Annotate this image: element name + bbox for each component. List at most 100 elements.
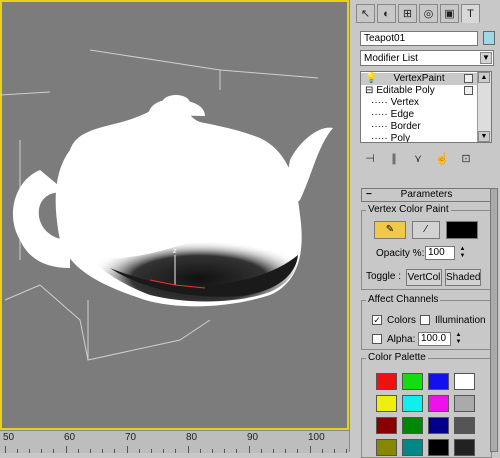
display-icon[interactable]: ▣ — [440, 4, 459, 23]
paint-brush-button[interactable]: ✎ — [374, 221, 406, 239]
palette-swatch[interactable] — [376, 373, 397, 390]
stack-scrollbar[interactable]: ▲ ▼ — [477, 72, 491, 142]
pick-color-button[interactable]: ⁄ — [412, 221, 440, 239]
eyedropper-icon: ⁄ — [425, 224, 427, 235]
stack-item[interactable]: ⊟ Editable Poly — [361, 85, 479, 97]
colors-label: Colors — [387, 315, 416, 326]
tree-line-icon: ····· — [371, 97, 388, 108]
illumination-checkbox[interactable] — [420, 315, 430, 325]
paint-color-swatch[interactable] — [446, 221, 478, 239]
brush-icon: ✎ — [385, 224, 395, 235]
shaded-button[interactable]: Shaded — [445, 269, 481, 286]
viewport-canvas[interactable]: z — [0, 0, 349, 430]
palette-swatch[interactable] — [454, 439, 475, 456]
timeline-tick — [273, 449, 274, 453]
remove-modifier-icon[interactable]: ☝ — [434, 150, 450, 166]
timeline-tick — [29, 449, 30, 453]
timeline-tick — [346, 449, 347, 453]
alpha-spinner[interactable]: ▲ ▼ — [454, 332, 463, 347]
parameters-rollout-header[interactable]: − Parameters — [361, 188, 492, 202]
timeline-tick — [90, 449, 91, 453]
timeline-tick-label: 60 — [64, 432, 76, 443]
scroll-up-icon[interactable]: ▲ — [478, 72, 490, 83]
timeline-tick — [200, 449, 201, 453]
modifier-stack[interactable]: 💡 VertexPaint ⊟ Editable Poly ····· Vertex ···… — [360, 71, 492, 143]
timeline-tick-label: 50 — [3, 432, 15, 443]
palette-swatch[interactable] — [428, 439, 449, 456]
timeline-tick — [139, 449, 140, 453]
palette-swatch[interactable] — [402, 395, 423, 412]
timeline-ruler[interactable]: 50 60 70 80 90 100 — [0, 430, 349, 453]
teapot-mesh[interactable] — [12, 95, 333, 307]
tree-line-icon: ····· — [371, 109, 388, 120]
vertex-color-paint-group: Vertex Color Paint ✎ ⁄ Opacity %: 100 ▲ ▼… — [361, 204, 492, 290]
opacity-spinner[interactable]: ▲ ▼ — [458, 246, 467, 261]
palette-swatch[interactable] — [402, 439, 423, 456]
stack-item-label: Poly — [390, 133, 411, 143]
collapse-icon: ⊟ — [365, 85, 374, 96]
stack-toggle-icon[interactable] — [464, 74, 473, 83]
timeline-tick — [322, 449, 323, 453]
palette-swatch[interactable] — [402, 417, 423, 434]
pointer-icon[interactable]: ↖ — [356, 4, 375, 23]
timeline-tick — [78, 449, 79, 453]
pin-stack-icon[interactable]: ⊣ — [362, 150, 378, 166]
stack-item-label: Vertex — [390, 97, 420, 108]
modifier-list-dropdown[interactable]: Modifier List ▼ — [360, 50, 494, 66]
color-palette-group: Color Palette — [361, 352, 492, 458]
stack-toggle-icon[interactable] — [464, 86, 473, 95]
perspective-viewport[interactable]: z — [0, 0, 349, 430]
stack-item[interactable]: ····· Edge — [361, 109, 479, 121]
timeline-tick-label: 70 — [125, 432, 137, 443]
palette-swatch[interactable] — [376, 439, 397, 456]
collapse-icon: − — [366, 189, 372, 200]
alpha-input[interactable]: 100.0 — [418, 332, 451, 346]
show-end-result-icon[interactable]: ∥ — [386, 150, 402, 166]
timeline-tick-label: 100 — [308, 432, 325, 443]
colors-checkbox[interactable]: ✓ — [372, 315, 382, 325]
timeline-tick — [261, 449, 262, 453]
palette-swatch[interactable] — [376, 395, 397, 412]
palette-swatch[interactable] — [428, 395, 449, 412]
stack-item[interactable]: ····· Border — [361, 121, 479, 133]
object-color-swatch[interactable] — [483, 31, 495, 45]
opacity-input[interactable]: 100 — [425, 246, 455, 260]
timeline-tick — [224, 449, 225, 453]
hammer-icon[interactable]: T — [461, 4, 480, 23]
hierarchy-icon[interactable]: ⊞ — [398, 4, 417, 23]
panel-scrollbar[interactable] — [490, 188, 498, 452]
palette-swatch[interactable] — [376, 417, 397, 434]
timeline-tick — [53, 449, 54, 453]
palette-swatch[interactable] — [454, 373, 475, 390]
motion-icon[interactable]: ◎ — [419, 4, 438, 23]
stack-item[interactable]: 💡 VertexPaint — [361, 73, 479, 85]
palette-swatch[interactable] — [402, 373, 423, 390]
palette-swatch[interactable] — [454, 417, 475, 434]
command-panel: ↖ ◐ ⊞ ◎ ▣ T Teapot01 Modifier List ▼ 💡 VertexP… — [349, 0, 500, 458]
timeline-tick — [236, 449, 237, 453]
object-name-field[interactable]: Teapot01 — [360, 31, 478, 46]
vertcol-button[interactable]: VertCol — [406, 269, 442, 286]
command-panel-tabs: ↖ ◐ ⊞ ◎ ▣ T — [356, 4, 480, 24]
affect-channels-group: Affect Channels ✓ Colors Illumination Al… — [361, 294, 492, 350]
stack-item-label: Border — [390, 121, 421, 132]
alpha-checkbox[interactable] — [372, 334, 382, 344]
palette-swatch[interactable] — [428, 373, 449, 390]
timeline-tick — [114, 449, 115, 453]
timeline-tick — [212, 449, 213, 453]
make-unique-icon[interactable]: ⋎ — [410, 150, 426, 166]
palette-swatch[interactable] — [454, 395, 475, 412]
opacity-label: Opacity %: — [376, 248, 425, 259]
timeline-tick — [41, 449, 42, 453]
stack-item[interactable]: ····· Poly — [361, 133, 479, 143]
stack-item[interactable]: ····· Vertex — [361, 97, 479, 109]
arc-icon[interactable]: ◐ — [377, 4, 396, 23]
palette-swatch[interactable] — [428, 417, 449, 434]
illumination-label: Illumination — [435, 315, 486, 326]
scroll-down-icon[interactable]: ▼ — [478, 131, 490, 142]
chevron-down-icon: ▼ — [480, 52, 492, 64]
configure-icon[interactable]: ⊡ — [458, 150, 474, 166]
tree-line-icon: ····· — [371, 121, 388, 132]
stack-item-label: Edge — [390, 109, 415, 120]
group-label: Color Palette — [366, 352, 428, 363]
